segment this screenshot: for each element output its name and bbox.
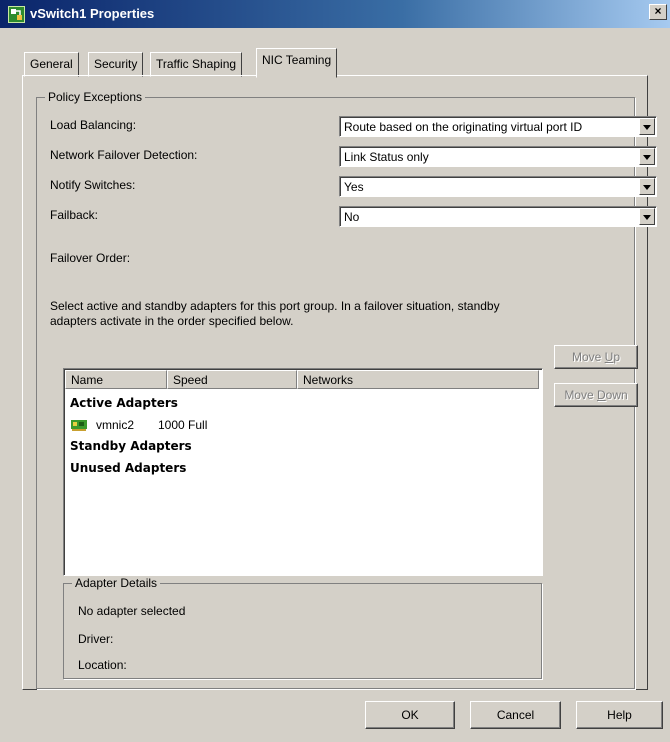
title-bar: vSwitch1 Properties × — [0, 0, 670, 28]
failback-select[interactable]: No — [339, 206, 657, 227]
network-adapter-icon — [71, 420, 87, 431]
failover-detection-label: Network Failover Detection: — [50, 148, 198, 162]
policy-exceptions-legend: Policy Exceptions — [45, 90, 146, 104]
failover-detection-select[interactable]: Link Status only — [339, 146, 657, 167]
adapter-list[interactable]: Name Speed Networks Active Adapters vmni… — [63, 368, 543, 576]
tab-traffic-shaping[interactable]: Traffic Shaping — [150, 52, 243, 77]
column-header-networks[interactable]: Networks — [297, 370, 539, 389]
failback-label: Failback: — [50, 208, 99, 222]
location-label: Location: — [78, 658, 127, 672]
load-balancing-select[interactable]: Route based on the originating virtual p… — [339, 116, 657, 137]
move-up-button[interactable]: Move Up — [554, 345, 638, 369]
vsphere-app-icon — [8, 6, 25, 23]
failover-detection-value: Link Status only — [344, 150, 429, 164]
adapter-name: vmnic2 — [96, 418, 135, 432]
adapter-speed: 1000 Full — [158, 418, 208, 432]
active-adapters-group: Active Adapters — [70, 396, 178, 410]
adapter-status: No adapter selected — [78, 604, 186, 618]
tab-general[interactable]: General — [24, 52, 79, 77]
chevron-down-icon[interactable] — [639, 178, 655, 195]
load-balancing-value: Route based on the originating virtual p… — [344, 120, 583, 134]
notify-switches-value: Yes — [344, 180, 364, 194]
help-button[interactable]: Help — [576, 701, 663, 729]
column-header-name[interactable]: Name — [65, 370, 167, 389]
load-balancing-label: Load Balancing: — [50, 118, 137, 132]
tab-nic-teaming[interactable]: NIC Teaming — [256, 48, 338, 78]
adapter-row-vmnic2[interactable]: vmnic2 1000 Full — [70, 417, 530, 435]
standby-adapters-group: Standby Adapters — [70, 439, 192, 453]
failover-description-line1: Select active and standby adapters for t… — [50, 299, 500, 313]
chevron-down-icon[interactable] — [639, 148, 655, 165]
failback-value: No — [344, 210, 360, 224]
notify-switches-label: Notify Switches: — [50, 178, 136, 192]
tab-security[interactable]: Security — [88, 52, 144, 77]
driver-label: Driver: — [78, 632, 114, 646]
window-title: vSwitch1 Properties — [30, 6, 155, 21]
ok-button[interactable]: OK — [365, 701, 455, 729]
unused-adapters-group: Unused Adapters — [70, 461, 187, 475]
notify-switches-select[interactable]: Yes — [339, 176, 657, 197]
adapter-details-group: Adapter Details No adapter selected Driv… — [63, 576, 542, 679]
failover-order-label: Failover Order: — [50, 251, 131, 265]
close-button[interactable]: × — [649, 4, 667, 20]
chevron-down-icon[interactable] — [639, 208, 655, 225]
move-down-button[interactable]: Move Down — [554, 383, 638, 407]
cancel-button[interactable]: Cancel — [470, 701, 561, 729]
adapter-details-legend: Adapter Details — [72, 576, 161, 590]
policy-exceptions-group: Policy Exceptions Load Balancing: Route … — [36, 90, 657, 689]
chevron-down-icon[interactable] — [639, 118, 655, 135]
failover-description-line2: adapters activate in the order specified… — [50, 314, 294, 328]
column-header-speed[interactable]: Speed — [167, 370, 297, 389]
nic-teaming-panel: Policy Exceptions Load Balancing: Route … — [22, 75, 657, 690]
